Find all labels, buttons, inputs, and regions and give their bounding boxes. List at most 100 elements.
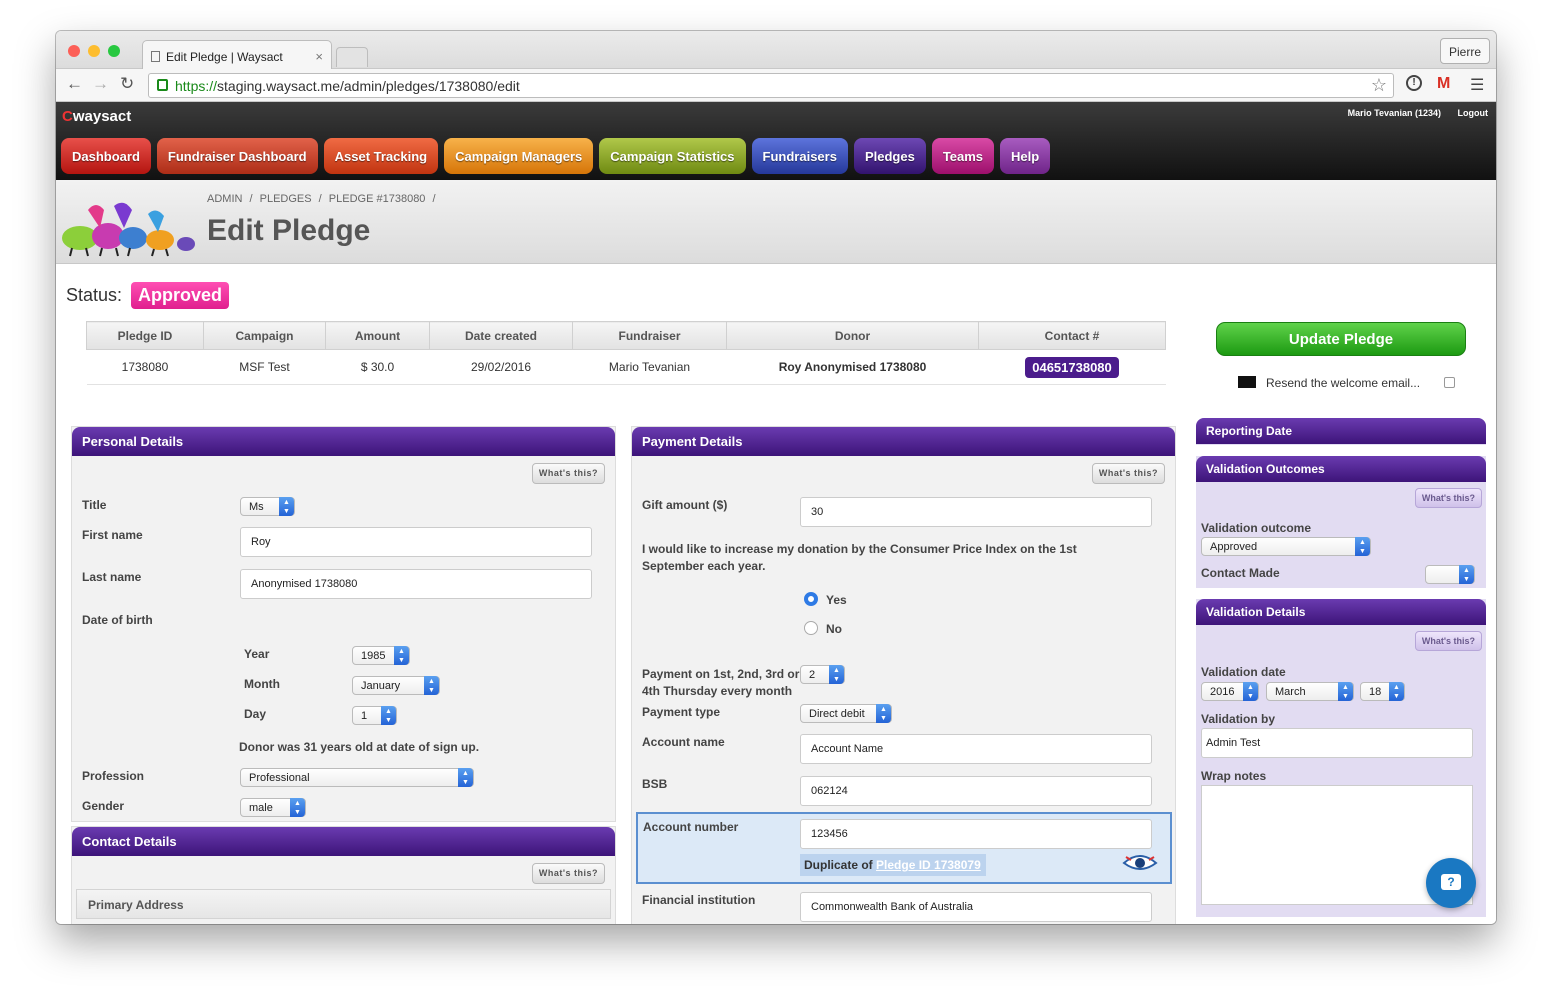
gender-select[interactable]: male ▲ ▼ xyxy=(240,798,306,817)
bsb-input[interactable]: 062124 xyxy=(800,776,1152,806)
account-name-input[interactable]: Account Name xyxy=(800,734,1152,764)
validation-year-select[interactable]: 2016 ▲ ▼ xyxy=(1201,682,1259,701)
profile-button[interactable]: Pierre xyxy=(1439,38,1490,64)
chevron-up-down-icon: ▲ ▼ xyxy=(1355,537,1370,556)
update-pledge-button[interactable]: Update Pledge xyxy=(1216,322,1466,356)
first-name-label: First name xyxy=(82,528,143,542)
reload-icon[interactable]: ↻ xyxy=(120,74,134,94)
address-bar[interactable]: https://staging.waysact.me/admin/pledges… xyxy=(148,73,1394,98)
chat-help-icon: ? xyxy=(1441,874,1461,890)
breadcrumb-pledges[interactable]: PLEDGES xyxy=(260,193,312,205)
gmail-icon[interactable]: M xyxy=(1437,75,1450,93)
table-header-row: Pledge ID Campaign Amount Date created F… xyxy=(86,321,1166,350)
validation-outcomes-panel: Validation Outcomes What's this? Validat… xyxy=(1196,456,1486,588)
validation-day-select[interactable]: 18 ▲ ▼ xyxy=(1360,682,1405,701)
current-user[interactable]: Mario Tevanian (1234) xyxy=(1348,108,1441,118)
back-icon[interactable]: ← xyxy=(66,74,83,94)
validation-month-select[interactable]: March ▲ ▼ xyxy=(1266,682,1354,701)
new-tab-button[interactable] xyxy=(336,47,368,67)
nav-help[interactable]: Help xyxy=(1000,138,1051,174)
cpi-no-radio[interactable] xyxy=(804,621,818,635)
primary-address-header[interactable]: Primary Address xyxy=(76,889,611,919)
close-window-icon[interactable] xyxy=(68,45,80,57)
cell-date-created: 29/02/2016 xyxy=(429,349,573,385)
day-label: Day xyxy=(244,707,267,721)
cpi-no-label: No xyxy=(826,622,842,636)
star-icon[interactable]: ☆ xyxy=(1371,75,1387,96)
thursday-select[interactable]: 2 ▲ ▼ xyxy=(800,665,845,684)
account-number-input[interactable]: 123456 xyxy=(800,819,1152,849)
title-label: Title xyxy=(82,498,107,512)
browser-tab[interactable]: Edit Pledge | Waysact × xyxy=(142,40,332,70)
pledge-summary-table: Pledge ID Campaign Amount Date created F… xyxy=(86,321,1166,385)
whats-this-button[interactable]: What's this? xyxy=(1091,463,1165,484)
thursday-label: Payment on 1st, 2nd, 3rd or 4th Thursday… xyxy=(642,667,800,698)
nav-campaign-managers[interactable]: Campaign Managers xyxy=(444,138,594,174)
gift-amount-input[interactable]: 30 xyxy=(800,497,1152,527)
page-icon xyxy=(151,51,160,62)
nav-pledges[interactable]: Pledges xyxy=(853,138,926,174)
account-name-label: Account name xyxy=(642,735,725,749)
age-note: Donor was 31 years old at date of sign u… xyxy=(239,740,480,754)
user-info: Mario Tevanian (1234) Logout xyxy=(1334,108,1488,118)
last-name-input[interactable]: Anonymised 1738080 xyxy=(240,569,592,599)
title-select[interactable]: Ms ▲ ▼ xyxy=(240,497,295,516)
profession-select[interactable]: Professional ▲ ▼ xyxy=(240,768,474,787)
cpi-yes-radio[interactable] xyxy=(804,592,818,606)
validation-by-label: Validation by xyxy=(1201,712,1276,726)
personal-details-panel: Personal Details What's this? Title Ms ▲ ▼… xyxy=(71,426,616,822)
logout-link[interactable]: Logout xyxy=(1458,108,1489,118)
whats-this-button[interactable]: What's this? xyxy=(531,463,605,484)
cpi-yes-label: Yes xyxy=(826,593,847,607)
col-pledge-id: Pledge ID xyxy=(86,321,204,350)
breadcrumb: ADMIN / PLEDGES / PLEDGE #1738080 / xyxy=(207,193,440,205)
chevron-up-down-icon: ▲ ▼ xyxy=(424,676,439,695)
nav-campaign-statistics[interactable]: Campaign Statistics xyxy=(599,138,746,174)
forward-icon[interactable]: → xyxy=(92,74,109,94)
breadcrumb-admin[interactable]: ADMIN xyxy=(207,193,242,205)
personal-details-heading: Personal Details xyxy=(72,427,615,456)
envelope-icon xyxy=(1238,375,1256,388)
day-select[interactable]: 1 ▲ ▼ xyxy=(352,706,397,725)
payment-type-select[interactable]: Direct debit ▲ ▼ xyxy=(800,704,892,723)
last-name-label: Last name xyxy=(82,570,142,584)
nav-fundraiser-dashboard[interactable]: Fundraiser Dashboard xyxy=(156,138,318,174)
validation-details-heading: Validation Details xyxy=(1196,599,1486,625)
first-name-input[interactable]: Roy xyxy=(240,527,592,557)
bsb-label: BSB xyxy=(642,777,668,791)
info-icon[interactable]: ! xyxy=(1406,75,1422,91)
nav-dashboard[interactable]: Dashboard xyxy=(61,138,151,174)
resend-label: Resend the welcome email... xyxy=(1266,376,1421,390)
duplicate-pledge-link[interactable]: Pledge ID 1738079 xyxy=(876,858,981,872)
eye-icon[interactable] xyxy=(1122,851,1158,873)
whats-this-button[interactable]: What's this? xyxy=(531,863,605,884)
tab-close-icon[interactable]: × xyxy=(315,49,323,64)
breadcrumb-separator: / xyxy=(318,193,322,205)
whats-this-button[interactable]: What's this? xyxy=(1414,488,1482,508)
tab-title: Edit Pledge | Waysact xyxy=(166,50,283,64)
resend-checkbox[interactable] xyxy=(1444,377,1455,388)
browser-window: Edit Pledge | Waysact × Pierre ← → ↻ htt… xyxy=(56,31,1496,924)
main-content: Status: Approved Pledge ID Campaign Amou… xyxy=(56,264,1496,924)
nav-fundraisers[interactable]: Fundraisers xyxy=(751,138,848,174)
breadcrumb-pledge[interactable]: PLEDGE #1738080 xyxy=(329,193,426,205)
nav-teams[interactable]: Teams xyxy=(931,138,995,174)
validation-outcome-select[interactable]: Approved ▲ ▼ xyxy=(1201,537,1371,556)
validation-by-input[interactable]: Admin Test xyxy=(1201,728,1473,758)
contact-number-badge[interactable]: 04651738080 xyxy=(1025,356,1119,378)
menu-icon[interactable]: ☰ xyxy=(1470,75,1484,95)
help-chat-button[interactable]: ? xyxy=(1426,858,1476,908)
chevron-up-down-icon: ▲ ▼ xyxy=(279,497,294,516)
whats-this-button[interactable]: What's this? xyxy=(1414,631,1482,651)
reporting-date-heading[interactable]: Reporting Date xyxy=(1196,418,1486,444)
minimize-window-icon[interactable] xyxy=(88,45,100,57)
zoom-window-icon[interactable] xyxy=(108,45,120,57)
nav-asset-tracking[interactable]: Asset Tracking xyxy=(323,138,439,174)
validation-outcome-label: Validation outcome xyxy=(1201,521,1312,535)
year-select[interactable]: 1985 ▲ ▼ xyxy=(352,646,410,665)
payment-type-label: Payment type xyxy=(642,705,721,719)
month-select[interactable]: January ▲ ▼ xyxy=(352,676,440,695)
financial-institution-input[interactable]: Commonwealth Bank of Australia xyxy=(800,892,1152,922)
contact-made-select[interactable]: ▲ ▼ xyxy=(1425,565,1475,584)
waysact-logo[interactable]: Cwaysact xyxy=(62,108,131,125)
